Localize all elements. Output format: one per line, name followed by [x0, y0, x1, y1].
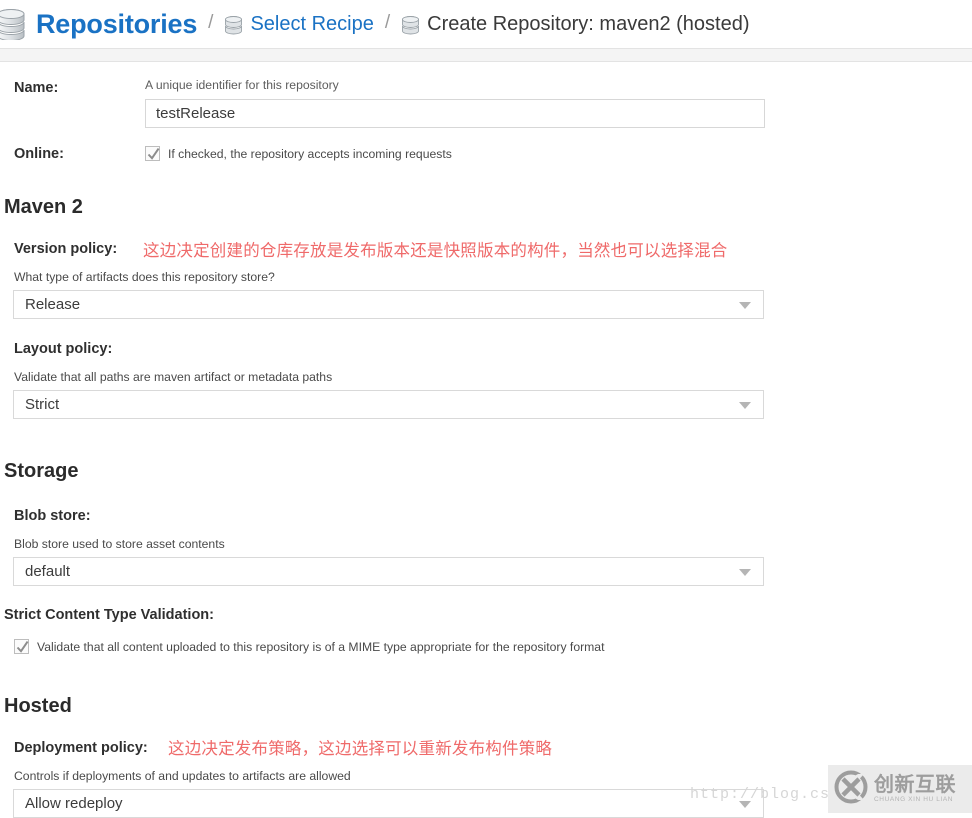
field-name: Name: A unique identifier for this repos… [0, 78, 972, 128]
name-label: Name: [14, 80, 59, 96]
field-layout-policy: Layout policy: Validate that all paths a… [0, 340, 972, 419]
watermark-logo-pinyin: CHUANG XIN HU LIAN [874, 796, 954, 804]
deployment-policy-value: Allow redeploy [25, 795, 123, 812]
deployment-policy-select[interactable]: Allow redeploy [13, 789, 764, 818]
layout-policy-hint: Validate that all paths are maven artifa… [14, 370, 333, 384]
deployment-policy-hint: Controls if deployments of and updates t… [14, 769, 351, 783]
repository-form: Name: A unique identifier for this repos… [0, 48, 972, 818]
field-deployment-policy: Deployment policy: 这边决定发布策略，这边选择可以重新发布构件… [0, 739, 972, 818]
strict-content-label: Strict Content Type Validation: [4, 607, 214, 623]
breadcrumb: Repositories / Select Recipe / Create Re… [0, 0, 972, 48]
field-online: Online: If checked, the repository accep… [0, 144, 972, 162]
database-icon [224, 15, 243, 36]
strict-content-checkbox[interactable] [14, 639, 29, 654]
chevron-down-icon [739, 569, 751, 576]
version-policy-value: Release [25, 296, 81, 313]
strict-content-checkbox-text: Validate that all content uploaded to th… [37, 639, 605, 654]
online-label: Online: [14, 146, 64, 162]
chevron-down-icon [739, 302, 751, 309]
deployment-policy-annotation: 这边决定发布策略，这边选择可以重新发布构件策略 [168, 739, 553, 758]
blob-store-label: Blob store: [14, 508, 91, 524]
name-input[interactable] [145, 99, 765, 128]
breadcrumb-separator-2: / [384, 12, 391, 33]
page-header: Repositories / Select Recipe / Create Re… [0, 0, 972, 62]
watermark-url: http://blog.cs [690, 786, 831, 803]
layout-policy-label: Layout policy: [14, 341, 113, 357]
version-policy-hint: What type of artifacts does this reposit… [14, 270, 275, 284]
version-policy-annotation: 这边决定创建的仓库存放是发布版本还是快照版本的构件，当然也可以选择混合 [143, 241, 728, 260]
section-title-maven2: Maven 2 [4, 196, 83, 218]
database-icon [0, 8, 26, 41]
breadcrumb-separator-1: / [208, 12, 214, 33]
layout-policy-select[interactable]: Strict [13, 390, 764, 419]
database-icon [401, 15, 420, 36]
blob-store-hint: Blob store used to store asset contents [14, 537, 225, 551]
breadcrumb-root[interactable]: Repositories [36, 9, 197, 40]
section-title-storage: Storage [4, 460, 79, 482]
version-policy-label: Version policy: [14, 241, 118, 257]
name-hint: A unique identifier for this repository [145, 78, 339, 92]
version-policy-select[interactable]: Release [13, 290, 764, 319]
field-version-policy: Version policy: 这边决定创建的仓库存放是发布版本还是快照版本的构… [0, 240, 972, 319]
watermark-logo-cn: 创新互联 [874, 772, 956, 797]
online-checkbox-text: If checked, the repository accepts incom… [168, 146, 452, 161]
field-strict-content-validation: Strict Content Type Validation: Validate… [0, 606, 972, 654]
cx-circle-logo-icon [834, 770, 868, 809]
watermark-logo: 创新互联 CHUANG XIN HU LIAN [828, 765, 972, 813]
breadcrumb-current-page: Create Repository: maven2 (hosted) [427, 12, 750, 35]
blob-store-select[interactable]: default [13, 557, 764, 586]
online-checkbox[interactable] [145, 146, 160, 161]
section-title-hosted: Hosted [4, 695, 72, 717]
deployment-policy-label: Deployment policy: [14, 740, 148, 756]
breadcrumb-select-recipe[interactable]: Select Recipe [250, 13, 373, 36]
blob-store-value: default [25, 563, 71, 580]
field-blob-store: Blob store: Blob store used to store ass… [0, 507, 972, 586]
chevron-down-icon [739, 402, 751, 409]
layout-policy-value: Strict [25, 396, 60, 413]
